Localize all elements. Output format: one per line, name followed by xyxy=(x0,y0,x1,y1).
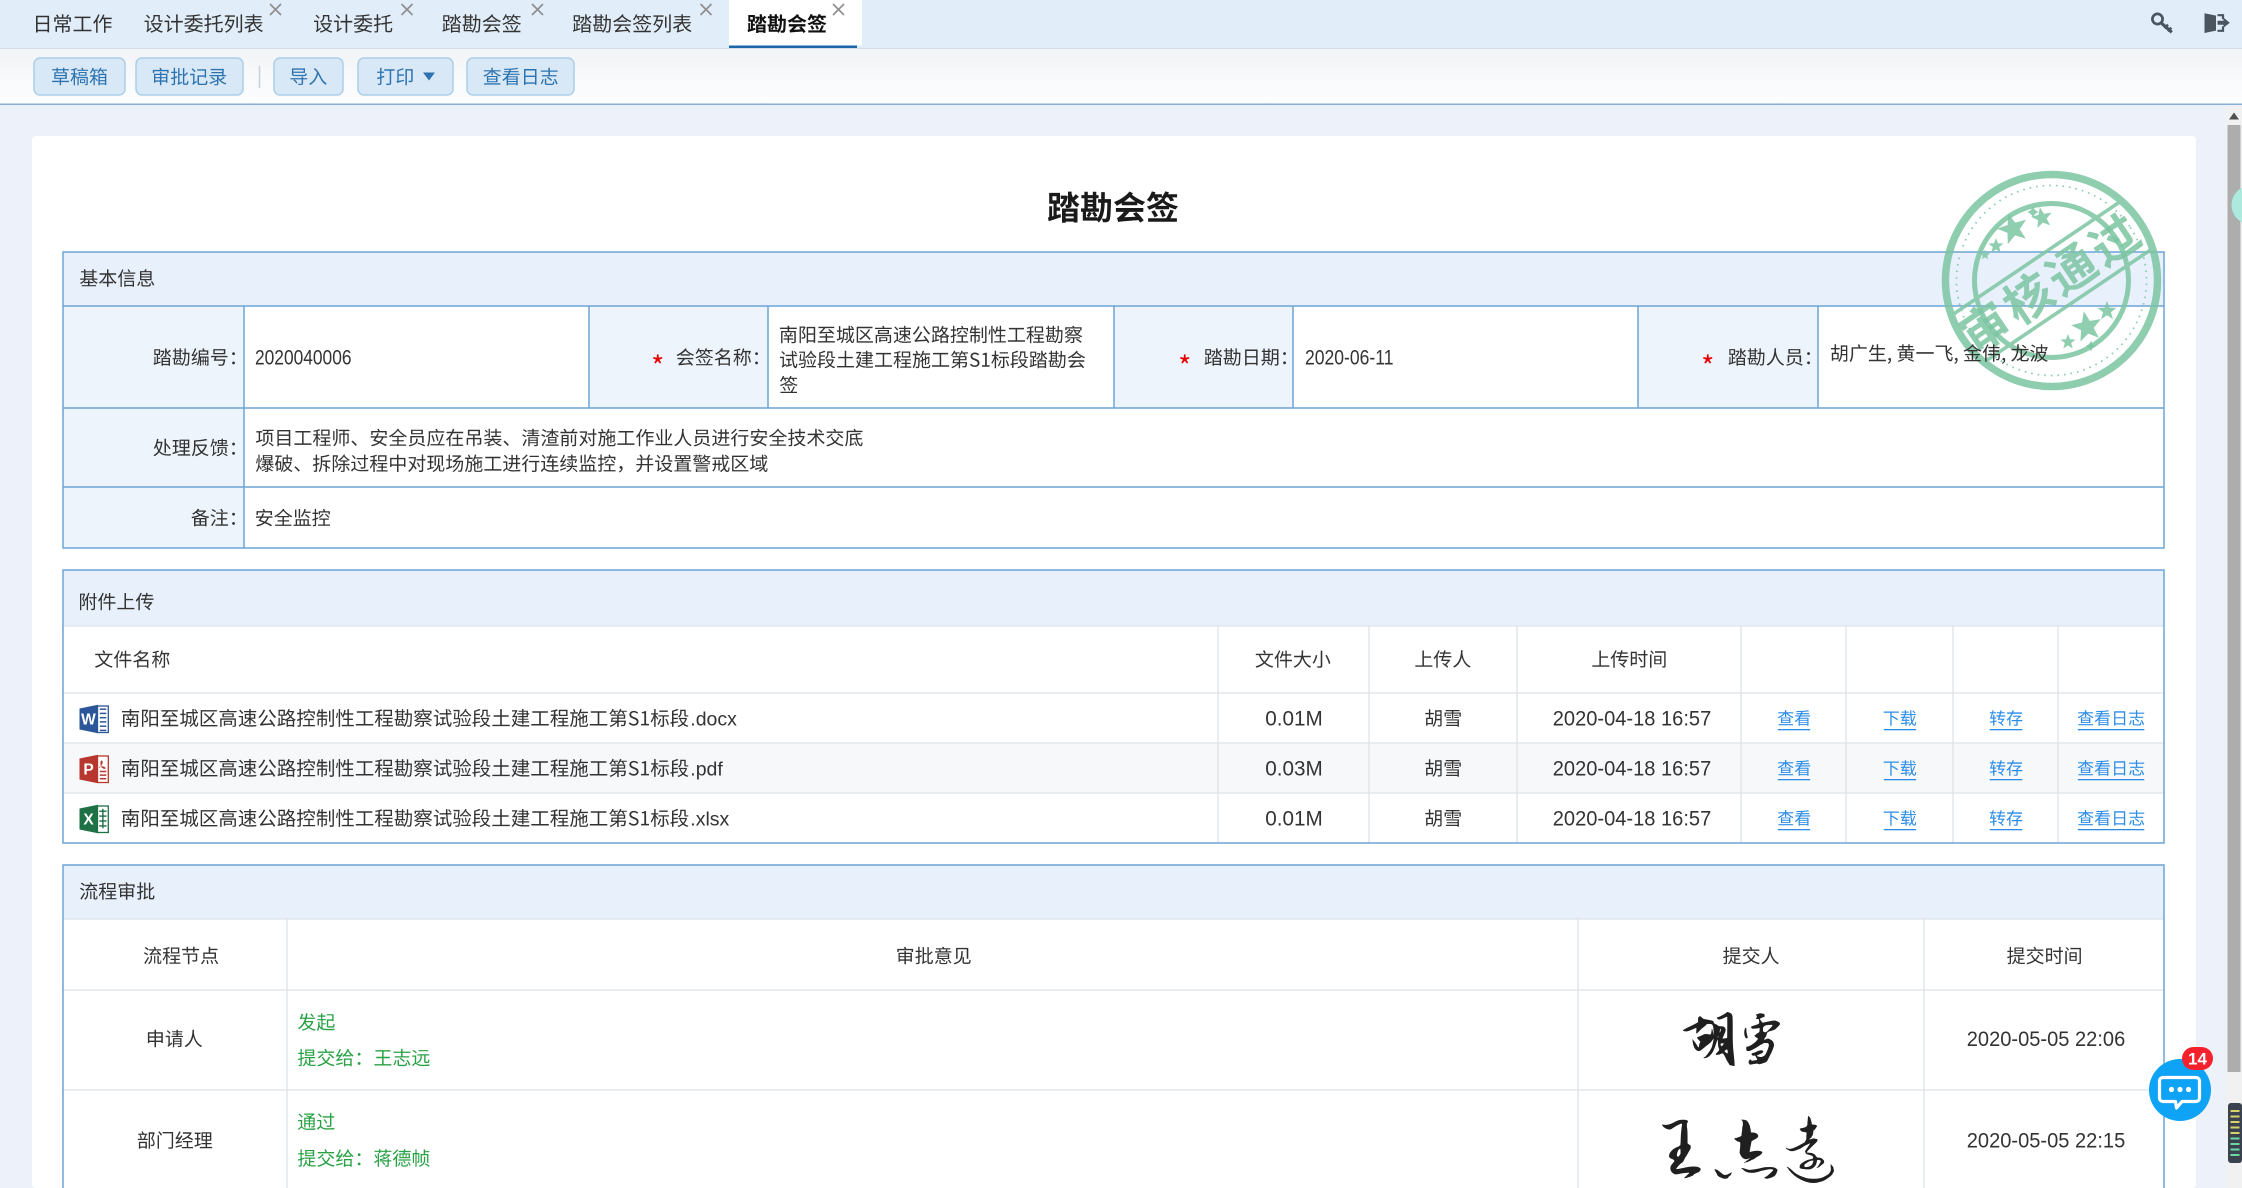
svg-text:2020-06-11: 2020-06-11 xyxy=(1305,347,1394,370)
svg-text:2020-04-18 16:57: 2020-04-18 16:57 xyxy=(1553,758,1712,781)
svg-text:2020-05-05 22:06: 2020-05-05 22:06 xyxy=(1967,1028,2126,1051)
svg-text:X: X xyxy=(83,812,94,829)
svg-text:2020-04-18 16:57: 2020-04-18 16:57 xyxy=(1553,808,1712,831)
svg-text:0.03M: 0.03M xyxy=(1265,758,1323,781)
svg-text:P: P xyxy=(83,762,93,779)
svg-text:0.01M: 0.01M xyxy=(1265,708,1323,731)
svg-text:2020040006: 2020040006 xyxy=(255,347,352,370)
svg-text:.xlsx: .xlsx xyxy=(690,808,729,830)
svg-text:.docx: .docx xyxy=(690,708,737,730)
svg-text:2020-05-05 22:15: 2020-05-05 22:15 xyxy=(1967,1130,2126,1153)
svg-text:W: W xyxy=(81,712,96,729)
svg-text:2020-04-18 16:57: 2020-04-18 16:57 xyxy=(1553,708,1712,731)
svg-text:0.01M: 0.01M xyxy=(1265,808,1323,831)
svg-text:14: 14 xyxy=(2188,1050,2207,1069)
svg-text:.pdf: .pdf xyxy=(690,758,723,780)
